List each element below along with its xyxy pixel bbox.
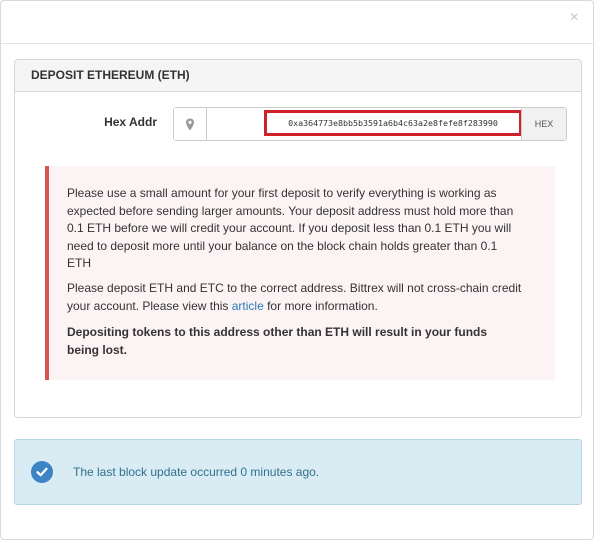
warning-text-after-link: for more information. bbox=[263, 298, 378, 313]
close-button[interactable]: × bbox=[570, 10, 579, 26]
address-label: Hex Addr bbox=[104, 115, 157, 129]
article-link[interactable]: article bbox=[232, 299, 264, 313]
warning-paragraph-minimum: Please use a small amount for your first… bbox=[67, 186, 514, 270]
deposit-panel: DEPOSIT ETHEREUM (ETH) Hex Addr 0xa36477… bbox=[14, 59, 582, 418]
panel-title: DEPOSIT ETHEREUM (ETH) bbox=[15, 60, 581, 92]
block-update-status: The last block update occurred 0 minutes… bbox=[14, 439, 582, 505]
warning-paragraph-cross-chain: Please deposit ETH and ETC to the correc… bbox=[67, 280, 522, 315]
status-message: The last block update occurred 0 minutes… bbox=[73, 465, 320, 479]
map-marker-icon bbox=[174, 108, 207, 140]
deposit-modal: × DEPOSIT ETHEREUM (ETH) Hex Addr 0xa364… bbox=[0, 0, 594, 540]
address-input-group: 0xa364773e8bb5b3591a6b4c63a2e8fefe8f2839… bbox=[173, 107, 567, 141]
warning-paragraph-tokens: Depositing tokens to this address other … bbox=[67, 325, 488, 357]
deposit-warning-alert: Please use a small amount for your first… bbox=[45, 166, 555, 380]
check-circle-icon bbox=[31, 461, 53, 483]
modal-header: × bbox=[1, 1, 593, 44]
deposit-address-field[interactable]: 0xa364773e8bb5b3591a6b4c63a2e8fefe8f2839… bbox=[264, 110, 522, 136]
hex-format-button[interactable]: HEX bbox=[521, 108, 566, 140]
